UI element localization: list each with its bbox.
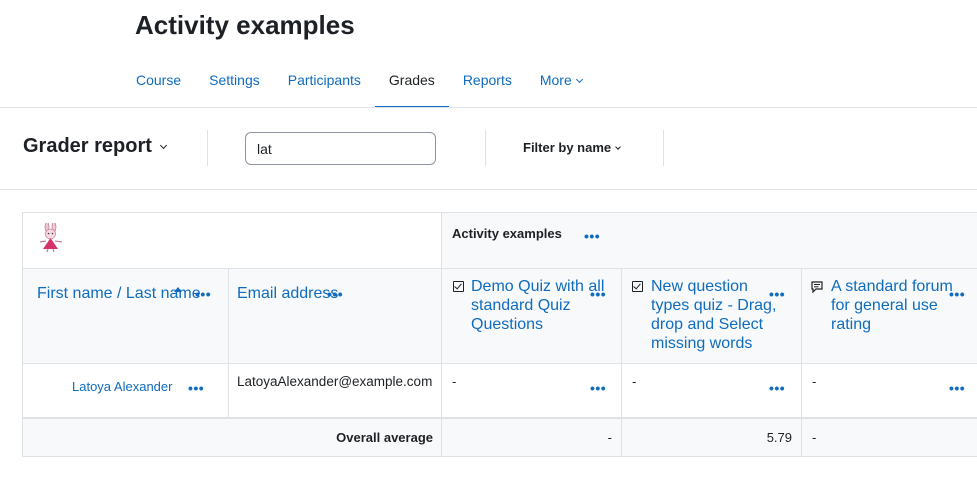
name-column-actions-menu[interactable]: ••• <box>195 287 211 301</box>
nav-grades[interactable]: Grades <box>374 58 449 108</box>
grade-item-actions-menu[interactable]: ••• <box>769 287 785 301</box>
row-divider <box>23 417 977 419</box>
search-users-input[interactable] <box>245 132 436 165</box>
user-actions-menu[interactable]: ••• <box>188 381 204 395</box>
category-name: Activity examples <box>452 226 562 241</box>
divider <box>485 130 486 166</box>
report-selector[interactable]: Grader report <box>23 135 167 158</box>
avatar[interactable] <box>37 223 65 253</box>
sort-ascending-icon[interactable] <box>174 287 182 292</box>
grade-cell-actions-menu[interactable]: ••• <box>769 381 785 395</box>
column-divider <box>228 268 229 418</box>
nav-course[interactable]: Course <box>122 58 195 108</box>
grade-cell[interactable]: - <box>632 374 636 389</box>
row-divider <box>23 268 977 269</box>
column-divider <box>801 268 802 456</box>
forum-icon <box>811 281 823 293</box>
column-divider <box>621 268 622 456</box>
grade-item-actions-menu[interactable]: ••• <box>590 287 606 301</box>
category-actions-menu[interactable]: ••• <box>584 229 600 243</box>
divider <box>663 130 664 166</box>
column-divider <box>441 213 442 456</box>
chevron-down-icon <box>159 141 167 150</box>
user-name-link[interactable]: Latoya Alexander <box>72 379 172 394</box>
grade-cell[interactable]: - <box>452 374 456 389</box>
grade-item-link[interactable]: A standard forum for general use rating <box>831 277 953 334</box>
quiz-icon <box>453 281 464 292</box>
chevron-down-icon <box>615 144 621 150</box>
email-column-sort[interactable]: Email address <box>237 284 338 303</box>
tertiary-navigation: Grader report Filter by name <box>0 108 977 190</box>
grader-table: Activity examples ••• First name / Last … <box>22 212 977 457</box>
quiz-icon <box>632 281 643 292</box>
grade-item-link[interactable]: New question types quiz - Drag, drop and… <box>651 277 776 353</box>
nav-more[interactable]: More <box>526 58 596 108</box>
nav-reports[interactable]: Reports <box>449 58 526 108</box>
grade-cell-actions-menu[interactable]: ••• <box>949 381 965 395</box>
average-value: - <box>812 430 817 445</box>
grade-cell[interactable]: - <box>812 374 816 389</box>
chevron-down-icon <box>575 75 583 84</box>
nav-participants[interactable]: Participants <box>274 58 375 108</box>
overall-average-label: Overall average <box>336 430 433 445</box>
average-value: - <box>607 430 612 445</box>
course-nav: Course Settings Participants Grades Repo… <box>122 58 596 108</box>
row-divider <box>23 363 977 364</box>
grade-cell-actions-menu[interactable]: ••• <box>590 381 606 395</box>
nav-settings[interactable]: Settings <box>195 58 274 108</box>
grade-item-actions-menu[interactable]: ••• <box>949 287 965 301</box>
user-email: LatoyaAlexander@example.com <box>237 374 433 389</box>
average-value: 5.79 <box>766 430 792 445</box>
grade-item-link[interactable]: Demo Quiz with all standard Quiz Questio… <box>471 277 604 334</box>
page-title: Activity examples <box>135 10 355 40</box>
filter-by-name-button[interactable]: Filter by name <box>523 140 621 155</box>
email-column-actions-menu[interactable]: ••• <box>327 287 343 301</box>
divider <box>207 130 208 166</box>
